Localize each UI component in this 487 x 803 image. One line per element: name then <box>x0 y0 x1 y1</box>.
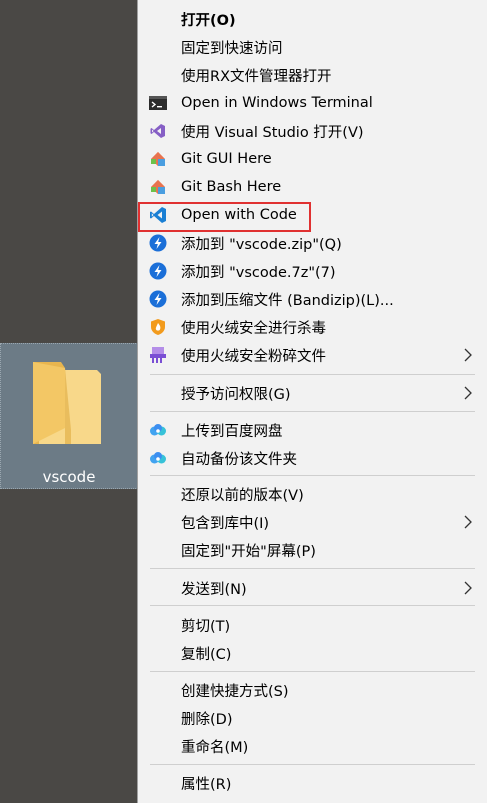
menu-item-label: 删除(D) <box>181 711 233 728</box>
menu-item-baidu-backup[interactable]: 自动备份该文件夹 <box>138 444 487 472</box>
folder-icon <box>33 362 101 444</box>
bandizip-icon <box>149 290 167 308</box>
menu-item-open-rx[interactable]: 使用RX文件管理器打开 <box>138 61 487 89</box>
menu-item-label: Git Bash Here <box>181 179 282 195</box>
menu-item-git-bash[interactable]: Git Bash Here <box>138 173 487 201</box>
menu-item-label: 使用 Visual Studio 打开(V) <box>181 124 364 141</box>
terminal-icon <box>149 94 167 112</box>
git-gui-icon <box>149 150 167 168</box>
menu-item-label: Open in Windows Terminal <box>181 95 373 111</box>
menu-item-label: 打开(O) <box>181 12 236 29</box>
menu-separator <box>150 605 475 606</box>
menu-item-windows-terminal[interactable]: Open in Windows Terminal <box>138 89 487 117</box>
shredder-icon <box>149 346 167 364</box>
menu-item-label: 使用RX文件管理器打开 <box>181 68 332 85</box>
menu-item-label: 创建快捷方式(S) <box>181 683 289 700</box>
menu-item-rename[interactable]: 重命名(M) <box>138 732 487 760</box>
menu-item-create-shortcut[interactable]: 创建快捷方式(S) <box>138 676 487 704</box>
menu-item-add-zip[interactable]: 添加到 "vscode.zip"(Q) <box>138 229 487 257</box>
menu-item-git-gui[interactable]: Git GUI Here <box>138 145 487 173</box>
menu-item-label: 包含到库中(I) <box>181 515 270 532</box>
menu-item-label: 自动备份该文件夹 <box>181 451 297 468</box>
context-menu: 打开(O) 固定到快速访问 使用RX文件管理器打开 Open in Window… <box>137 0 487 803</box>
bandizip-icon <box>149 262 167 280</box>
menu-separator <box>150 374 475 375</box>
menu-item-label: 发送到(N) <box>181 581 247 598</box>
menu-separator <box>150 568 475 569</box>
menu-item-label: 复制(C) <box>181 646 232 663</box>
chevron-right-icon <box>464 386 472 400</box>
menu-separator <box>150 671 475 672</box>
menu-item-label: 还原以前的版本(V) <box>181 487 304 504</box>
folder-label: vscode <box>42 468 96 486</box>
menu-item-delete[interactable]: 删除(D) <box>138 704 487 732</box>
git-bash-icon <box>149 178 167 196</box>
chevron-right-icon <box>464 348 472 362</box>
menu-item-label: 上传到百度网盘 <box>181 423 283 440</box>
menu-item-label: 重命名(M) <box>181 739 249 756</box>
menu-item-label: 使用火绒安全粉碎文件 <box>181 348 326 365</box>
menu-item-visual-studio[interactable]: 使用 Visual Studio 打开(V) <box>138 117 487 145</box>
menu-item-label: Git GUI Here <box>181 151 272 167</box>
menu-item-pin-start[interactable]: 固定到"开始"屏幕(P) <box>138 536 487 564</box>
menu-item-add-bandizip[interactable]: 添加到压缩文件 (Bandizip)(L)... <box>138 285 487 313</box>
menu-item-label: 授予访问权限(G) <box>181 386 291 403</box>
highlight-box <box>138 202 311 232</box>
menu-item-label: 固定到快速访问 <box>181 40 283 57</box>
desktop-folder-vscode[interactable]: vscode <box>0 343 138 489</box>
menu-item-send-to[interactable]: 发送到(N) <box>138 574 487 602</box>
chevron-right-icon <box>464 581 472 595</box>
menu-item-huorong-scan[interactable]: 使用火绒安全进行杀毒 <box>138 313 487 341</box>
menu-item-restore-versions[interactable]: 还原以前的版本(V) <box>138 480 487 508</box>
menu-item-grant-access[interactable]: 授予访问权限(G) <box>138 379 487 407</box>
menu-item-label: 使用火绒安全进行杀毒 <box>181 320 326 337</box>
menu-separator <box>150 411 475 412</box>
menu-item-huorong-shred[interactable]: 使用火绒安全粉碎文件 <box>138 341 487 369</box>
menu-item-baidu-upload[interactable]: 上传到百度网盘 <box>138 416 487 444</box>
menu-separator <box>150 475 475 476</box>
menu-item-include-library[interactable]: 包含到库中(I) <box>138 508 487 536</box>
menu-item-properties[interactable]: 属性(R) <box>138 769 487 797</box>
menu-item-label: 剪切(T) <box>181 618 231 635</box>
menu-item-add-7z[interactable]: 添加到 "vscode.7z"(7) <box>138 257 487 285</box>
menu-separator <box>150 764 475 765</box>
chevron-right-icon <box>464 515 472 529</box>
menu-item-label: 添加到 "vscode.7z"(7) <box>181 264 336 281</box>
menu-item-label: 属性(R) <box>181 776 232 793</box>
menu-item-label: 添加到 "vscode.zip"(Q) <box>181 236 342 253</box>
menu-item-pin-quick-access[interactable]: 固定到快速访问 <box>138 33 487 61</box>
menu-item-open[interactable]: 打开(O) <box>138 5 487 33</box>
bandizip-icon <box>149 234 167 252</box>
huorong-shield-icon <box>149 318 167 336</box>
menu-item-label: 固定到"开始"屏幕(P) <box>181 543 316 560</box>
menu-item-label: 添加到压缩文件 (Bandizip)(L)... <box>181 292 394 309</box>
menu-item-copy[interactable]: 复制(C) <box>138 639 487 667</box>
baidu-netdisk-icon <box>149 421 167 439</box>
menu-item-cut[interactable]: 剪切(T) <box>138 611 487 639</box>
baidu-netdisk-icon <box>149 449 167 467</box>
visual-studio-icon <box>149 122 167 140</box>
